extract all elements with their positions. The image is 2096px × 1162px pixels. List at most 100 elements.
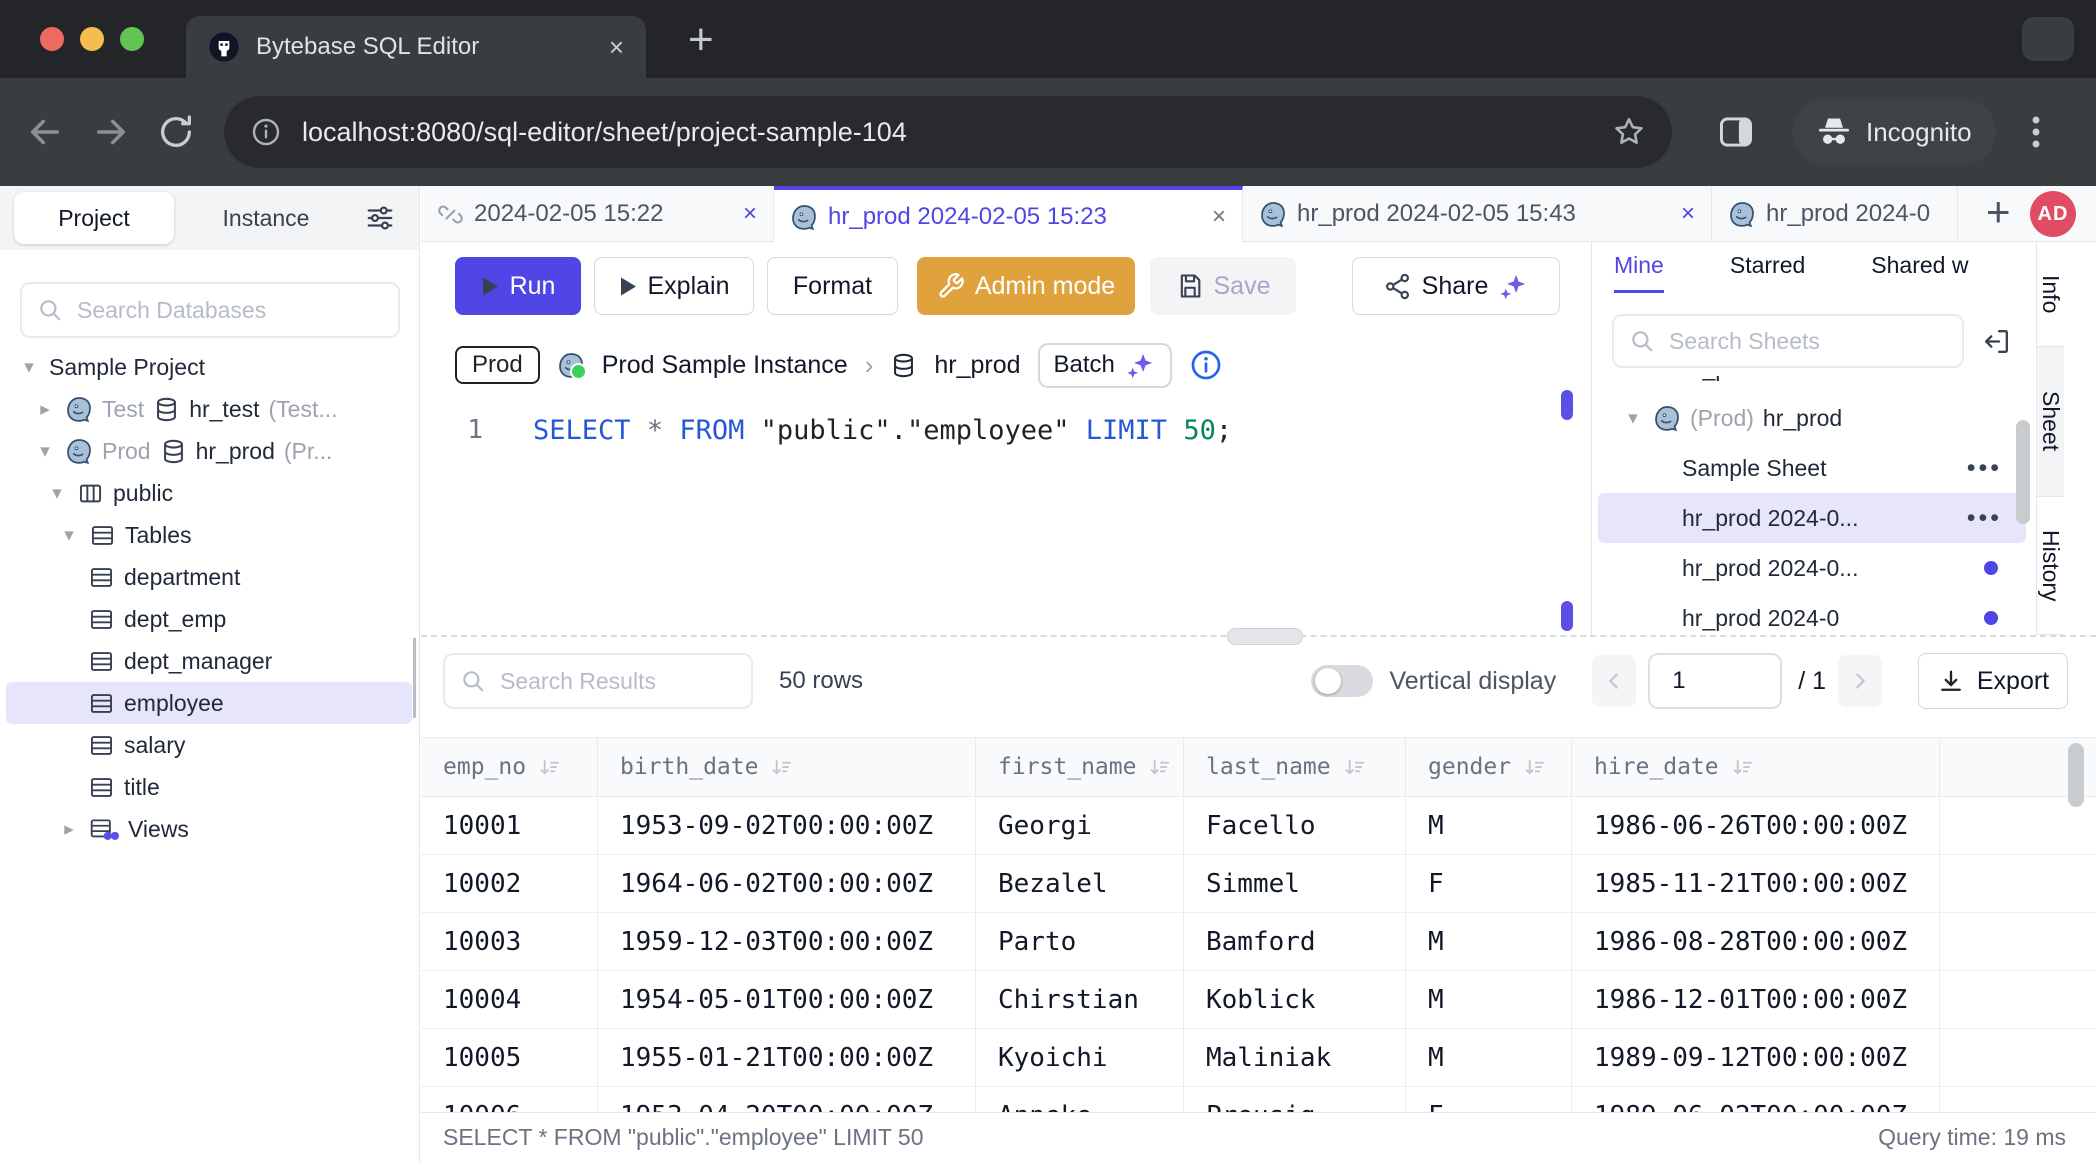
run-button[interactable]: Run [455, 257, 581, 315]
browser-tab[interactable]: Bytebase SQL Editor × [186, 16, 646, 78]
batch-button[interactable]: Batch [1038, 343, 1172, 388]
back-icon[interactable] [24, 111, 66, 153]
search-databases-input[interactable] [75, 296, 383, 325]
filter-sliders-icon[interactable] [365, 203, 395, 238]
panel-drag-handle[interactable] [1227, 628, 1303, 645]
search-results-input[interactable] [498, 667, 736, 696]
table-cell: 1955-01-21T00:00:00Z [598, 1029, 976, 1086]
table-row[interactable]: 100061953-04-20T00:00:00ZAnnekePreusigF1… [421, 1087, 2096, 1114]
sheet-tab-starred[interactable]: Starred [1730, 252, 1805, 293]
browser-menu-icon[interactable] [2030, 114, 2042, 150]
editor-tab-hr-prod-2024-02-05-15-43[interactable]: hr_prod 2024-02-05 15:43× [1243, 186, 1712, 242]
editor-scrollbar-thumb[interactable] [1561, 390, 1573, 420]
postgres-icon [1653, 404, 1681, 432]
table-row[interactable]: 100031959-12-03T00:00:00ZPartoBamfordM19… [421, 913, 2096, 971]
column-header-birth-date[interactable]: birth_date [598, 738, 976, 796]
table-row[interactable]: 100041954-05-01T00:00:00ZChirstianKoblic… [421, 971, 2096, 1029]
side-tab-sheet[interactable]: Sheet [2037, 347, 2064, 497]
bookmark-star-icon[interactable] [1612, 115, 1646, 149]
sheet-tab-mine[interactable]: Mine [1614, 252, 1664, 293]
sheet-item-hr-prod-2024-0[interactable]: hr_prod 2024-0... [1598, 543, 2026, 593]
sheet-list-scrollbar[interactable] [2016, 420, 2030, 524]
sort-icon [1343, 756, 1366, 779]
editor-tab-hr-prod-2024-0[interactable]: hr_prod 2024-0 [1712, 186, 1958, 242]
info-icon[interactable] [1189, 348, 1223, 382]
side-panel-icon[interactable] [1718, 116, 1754, 148]
tree-item-sample-project[interactable]: ▾Sample Project [6, 346, 412, 388]
table-row[interactable]: 100021964-06-02T00:00:00ZBezalelSimmelF1… [421, 855, 2096, 913]
site-info-icon[interactable] [250, 116, 282, 148]
column-header-emp-no[interactable]: emp_no [421, 738, 598, 796]
next-page-button[interactable] [1838, 655, 1882, 707]
more-options-icon[interactable]: ••• [1967, 454, 2002, 483]
more-options-icon[interactable]: ••• [1967, 504, 2002, 533]
close-tab-icon[interactable]: × [743, 200, 757, 228]
tree-item-title[interactable]: title [6, 766, 412, 808]
tree-item-salary[interactable]: salary [6, 724, 412, 766]
table-row[interactable]: 100051955-01-21T00:00:00ZKyoichiMaliniak… [421, 1029, 2096, 1087]
table-cell-filler [1940, 1029, 2096, 1086]
close-tab-icon[interactable]: × [1212, 203, 1226, 231]
tab-instance[interactable]: Instance [196, 192, 336, 244]
reload-icon[interactable] [156, 112, 196, 152]
table-scrollbar-thumb[interactable] [2068, 743, 2084, 807]
export-button[interactable]: Export [1918, 653, 2068, 709]
new-tab-button[interactable]: + [688, 20, 714, 60]
minimize-window-button[interactable] [80, 27, 104, 51]
admin-mode-button[interactable]: Admin mode [917, 257, 1135, 315]
explain-button[interactable]: Explain [594, 257, 754, 315]
editor-tab-2024-02-05-15-22[interactable]: 2024-02-05 15:22× [421, 186, 774, 242]
tree-item-hr-test[interactable]: ▸Testhr_test(Test... [6, 388, 412, 430]
tree-item-views[interactable]: ▸Views [6, 808, 412, 850]
forward-icon[interactable] [90, 111, 132, 153]
import-sheet-icon[interactable] [1981, 326, 2012, 357]
tree-item-employee[interactable]: employee [6, 682, 412, 724]
column-header-hire-date[interactable]: hire_date [1572, 738, 1940, 796]
sheet-group-hr-prod[interactable]: ▾(Prod)hr_prod [1598, 393, 2026, 443]
tree-item-department[interactable]: department [6, 556, 412, 598]
sql-code-area[interactable]: 1 SELECT * FROM "public"."employee" LIMI… [421, 396, 1591, 635]
editor-tab-hr-prod-2024-02-05-15-23[interactable]: hr_prod 2024-02-05 15:23× [774, 186, 1243, 243]
column-header-first-name[interactable]: first_name [976, 738, 1184, 796]
tree-item-hr-prod[interactable]: ▾Prodhr_prod(Pr... [6, 430, 412, 472]
close-tab-icon[interactable]: × [1681, 200, 1695, 228]
tree-item-dept-manager[interactable]: dept_manager [6, 640, 412, 682]
tree-item-tables[interactable]: ▾Tables [6, 514, 412, 556]
sheet-item-hr-prod-2024-0[interactable]: hr_prod 2024-0... [1598, 376, 2026, 393]
side-tab-history[interactable]: History [2037, 497, 2064, 635]
column-header-last-name[interactable]: last_name [1184, 738, 1406, 796]
prev-page-button[interactable] [1592, 655, 1636, 707]
sheet-tab-shared-w[interactable]: Shared w [1871, 252, 1968, 293]
instance-name[interactable]: Prod Sample Instance [602, 351, 848, 380]
tree-item-public[interactable]: ▾public [6, 472, 412, 514]
new-sheet-icon[interactable]: + [1986, 188, 2011, 236]
editor-scrollbar-thumb-bottom[interactable] [1561, 601, 1573, 631]
postgres-icon [1259, 200, 1287, 228]
sheet-item-hr-prod-2024-0[interactable]: hr_prod 2024-0 [1598, 593, 2026, 635]
sheet-item-hr-prod-2024-0[interactable]: hr_prod 2024-0...••• [1598, 493, 2026, 543]
address-bar[interactable]: localhost:8080/sql-editor/sheet/project-… [224, 96, 1672, 168]
tab-search-chevron-button[interactable] [2022, 17, 2074, 61]
results-search[interactable] [443, 653, 753, 709]
tree-item-dept-emp[interactable]: dept_emp [6, 598, 412, 640]
database-search[interactable] [20, 282, 400, 338]
table-icon [88, 606, 115, 633]
page-number-input[interactable] [1670, 666, 1780, 696]
play-icon [481, 276, 500, 297]
avatar[interactable]: AD [2030, 191, 2076, 237]
share-button[interactable]: Share [1352, 257, 1560, 315]
sheet-item-sample-sheet[interactable]: Sample Sheet••• [1598, 443, 2026, 493]
maximize-window-button[interactable] [120, 27, 144, 51]
column-header-gender[interactable]: gender [1406, 738, 1572, 796]
table-row[interactable]: 100011953-09-02T00:00:00ZGeorgiFacelloM1… [421, 797, 2096, 855]
side-tab-info[interactable]: Info [2037, 242, 2064, 347]
close-tab-icon[interactable]: × [609, 32, 624, 63]
format-button[interactable]: Format [767, 257, 898, 315]
tab-project[interactable]: Project [14, 192, 174, 244]
sheet-search[interactable] [1612, 314, 1964, 368]
close-window-button[interactable] [40, 27, 64, 51]
vertical-display-toggle[interactable] [1311, 665, 1373, 697]
database-name[interactable]: hr_prod [934, 351, 1020, 380]
search-sheets-input[interactable] [1667, 327, 1947, 356]
save-button[interactable]: Save [1150, 257, 1296, 315]
